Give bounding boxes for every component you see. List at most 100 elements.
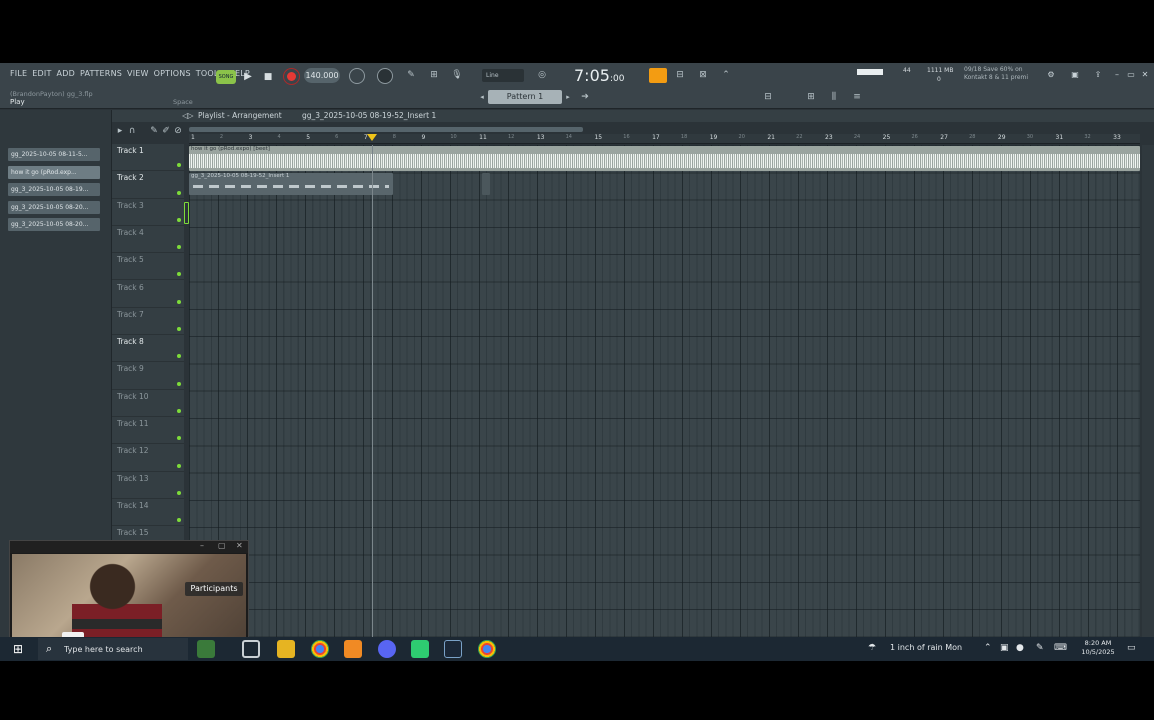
snap-select[interactable]: Line — [482, 69, 524, 82]
track-header[interactable]: Track 2 — [112, 171, 184, 199]
taskbar-search[interactable]: ⌕ — [38, 638, 188, 660]
browser-item[interactable]: gg_3_2025-10-05 08-20... — [8, 200, 100, 214]
piano-roll-icon[interactable]: ⊠ — [695, 68, 711, 82]
track-header[interactable]: Track 1 — [112, 144, 184, 172]
weather-icon[interactable]: ☂ — [868, 643, 876, 653]
typing-keyboard-icon[interactable]: ✎ — [403, 68, 419, 82]
settings-gear-icon[interactable]: ⚙ — [1046, 70, 1056, 80]
track-header[interactable]: Track 7 — [112, 308, 184, 336]
step-edit-icon[interactable]: ⊞ — [426, 68, 442, 82]
steam-icon[interactable] — [444, 640, 462, 658]
record-button[interactable] — [284, 69, 299, 84]
windows-start-icon[interactable]: ⊞ — [13, 642, 27, 656]
track-header[interactable]: Track 13 — [112, 472, 184, 499]
participants-button[interactable]: Participants — [185, 582, 243, 596]
fl-studio-icon[interactable] — [344, 640, 362, 658]
plugin-picker-icon[interactable]: ⊟ — [760, 90, 776, 104]
channel-rack-icon[interactable]: ⊟ — [672, 68, 688, 82]
microphone-tray-icon[interactable]: ● — [1016, 643, 1024, 653]
webcam-maximize-icon[interactable]: ▢ — [218, 541, 226, 550]
pattern-selector[interactable]: Pattern 1 — [488, 90, 562, 104]
taskbar-app-teal-icon[interactable] — [411, 640, 429, 658]
magnet-icon[interactable]: ∩ — [124, 124, 140, 138]
playlist-menu-icon[interactable]: ◁▷ — [182, 110, 194, 122]
minimize-icon[interactable]: – — [1112, 70, 1122, 80]
vertical-scrollbar[interactable] — [1142, 145, 1154, 637]
notification-icon[interactable]: ▭ — [1127, 643, 1136, 653]
menu-view[interactable]: VIEW — [127, 69, 149, 78]
track-mute-led[interactable] — [177, 163, 181, 168]
menu-add[interactable]: ADD — [57, 69, 75, 78]
track-mute-led[interactable] — [177, 354, 181, 359]
track-header[interactable]: Track 5 — [112, 253, 184, 281]
track-header[interactable]: Track 8 — [112, 335, 184, 363]
weather-text[interactable]: 1 inch of rain Mon — [890, 643, 962, 652]
metronome-icon[interactable] — [349, 68, 365, 84]
webcam-overlay[interactable]: – ▢ ✕ Participants — [9, 540, 249, 637]
tempo-display[interactable]: 140.000 — [304, 68, 340, 83]
playhead-marker[interactable] — [367, 134, 377, 141]
webcam-title-bar[interactable]: – ▢ ✕ — [10, 541, 248, 553]
news-panel[interactable]: 09/18 Save 60% on Kontakt 8 & 11 premi — [964, 66, 1044, 82]
keyboard-tray-icon[interactable]: ⌨ — [1054, 643, 1067, 653]
track-mute-led[interactable] — [177, 436, 181, 441]
browser-item[interactable]: gg_2025-10-05 08-11-5... — [8, 148, 100, 161]
track-mute-led[interactable] — [177, 245, 181, 250]
browser-item[interactable]: gg_3_2025-10-05 08-19... — [8, 183, 100, 196]
close-icon[interactable]: ✕ — [1140, 70, 1150, 80]
track-mute-led[interactable] — [177, 490, 181, 495]
audio-clip-beat[interactable]: how it go (pRod.expo) [beet] — [189, 146, 1140, 171]
taskbar-app-green-icon[interactable] — [197, 640, 215, 658]
audio-clip-fragment[interactable] — [482, 173, 490, 195]
time-ruler[interactable]: 1 3 5 7 9 11 13 15 17 19 21 23 25 27 29 31 33 2 4 6 8 10 12 14 1… — [189, 134, 1140, 144]
browser-item[interactable]: gg_3_2025-10-05 08-20... — [8, 218, 100, 231]
track-mute-led[interactable] — [177, 272, 181, 277]
tempo-tap-icon[interactable]: ◎ — [534, 68, 550, 82]
tray-app-icon[interactable]: ▣ — [1000, 643, 1009, 653]
countdown-icon[interactable] — [377, 68, 393, 84]
webcam-minimize-icon[interactable]: – — [200, 541, 204, 550]
stop-button[interactable]: ■ — [261, 70, 275, 84]
chrome-2-icon[interactable] — [478, 640, 496, 658]
restore-icon[interactable]: ▭ — [1126, 70, 1136, 80]
task-view-icon[interactable] — [242, 640, 260, 658]
track-mute-led[interactable] — [177, 381, 181, 386]
browser-icon[interactable]: ⌃ — [718, 68, 734, 82]
menu-patterns[interactable]: PATTERNS — [80, 69, 122, 78]
track-header[interactable]: Track 14 — [112, 499, 184, 527]
track-mute-led[interactable] — [177, 299, 181, 304]
track-mute-led[interactable] — [177, 327, 181, 332]
file-explorer-icon[interactable] — [277, 640, 295, 658]
pattern-next-icon[interactable]: ▸ — [560, 90, 576, 104]
track-mute-led[interactable] — [177, 463, 181, 468]
upload-icon[interactable]: ⇪ — [1093, 70, 1103, 80]
menu-options[interactable]: OPTIONS — [154, 69, 191, 78]
track-header[interactable]: Track 11 — [112, 417, 184, 445]
track-header[interactable]: Track 6 — [112, 281, 184, 308]
tray-chevron-icon[interactable]: ⌃ — [984, 643, 992, 653]
track-header[interactable]: Track 10 — [112, 390, 184, 417]
playlist-icon[interactable]: ≡ — [849, 90, 865, 104]
recording-clip[interactable] — [184, 202, 189, 224]
track-header[interactable]: Track 12 — [112, 444, 184, 472]
channel-rack-2-icon[interactable]: ⫼ — [826, 90, 842, 104]
track-header[interactable]: Track 4 — [112, 226, 184, 254]
save-icon[interactable]: ▣ — [1070, 70, 1080, 80]
taskbar-clock[interactable]: 8:20 AM 10/5/2025 — [1076, 639, 1120, 657]
mixer-shortcut-icon[interactable] — [649, 68, 667, 83]
track-mute-led[interactable] — [177, 518, 181, 523]
microphone-icon[interactable]: 🎙 — [449, 68, 465, 82]
delete-icon[interactable]: ⊘ — [170, 124, 186, 138]
pattern-song-toggle[interactable]: SONG — [216, 70, 236, 84]
arrangement-grid[interactable]: how it go (pRod.expo) [beet] gg_3_2025-1… — [184, 145, 1140, 637]
discord-icon[interactable] — [378, 640, 396, 658]
mixer-icon[interactable]: ⊞ — [803, 90, 819, 104]
pen-tray-icon[interactable]: ✎ — [1036, 643, 1044, 653]
webcam-close-icon[interactable]: ✕ — [236, 541, 243, 550]
menu-file[interactable]: FILE — [10, 69, 27, 78]
chrome-icon[interactable] — [311, 640, 329, 658]
horizontal-scrollbar[interactable] — [189, 127, 583, 132]
track-mute-led[interactable] — [177, 217, 181, 222]
track-header[interactable]: Track 9 — [112, 362, 184, 390]
menu-edit[interactable]: EDIT — [32, 69, 51, 78]
